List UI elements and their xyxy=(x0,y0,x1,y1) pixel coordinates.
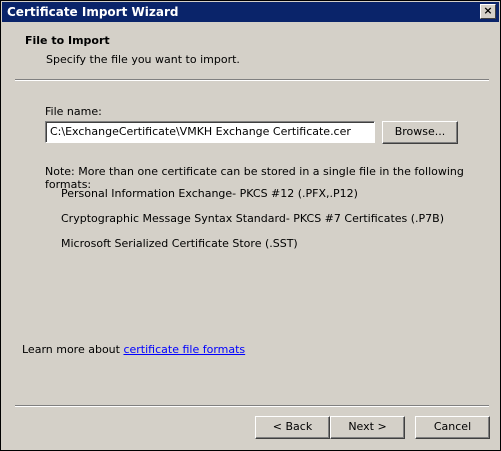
page-title: File to Import xyxy=(25,34,110,47)
window-title: Certificate Import Wizard xyxy=(7,5,179,19)
format-item-pfx: Personal Information Exchange- PKCS #12 … xyxy=(61,187,358,200)
cancel-button[interactable]: Cancel xyxy=(415,416,490,439)
footer-divider xyxy=(15,405,489,407)
back-button[interactable]: < Back xyxy=(255,416,330,439)
learn-more-text: Learn more about certificate file format… xyxy=(22,343,245,356)
certificate-formats-link[interactable]: certificate file formats xyxy=(123,343,245,356)
header-divider xyxy=(15,79,489,81)
file-name-label: File name: xyxy=(45,105,102,118)
page-subtitle: Specify the file you want to import. xyxy=(46,53,240,66)
browse-button[interactable]: Browse... xyxy=(382,121,458,144)
wizard-window: Certificate Import Wizard × File to Impo… xyxy=(0,0,501,451)
title-bar[interactable]: Certificate Import Wizard × xyxy=(2,2,499,22)
learn-more-prefix: Learn more about xyxy=(22,343,124,356)
next-button[interactable]: Next > xyxy=(330,416,405,439)
format-item-sst: Microsoft Serialized Certificate Store (… xyxy=(61,237,298,250)
file-name-input[interactable]: C:\ExchangeCertificate\VMKH Exchange Cer… xyxy=(45,121,375,143)
close-button[interactable]: × xyxy=(480,4,496,19)
wizard-header: File to Import Specify the file you want… xyxy=(2,22,499,80)
format-item-p7b: Cryptographic Message Syntax Standard- P… xyxy=(61,212,445,225)
close-icon: × xyxy=(483,4,493,17)
